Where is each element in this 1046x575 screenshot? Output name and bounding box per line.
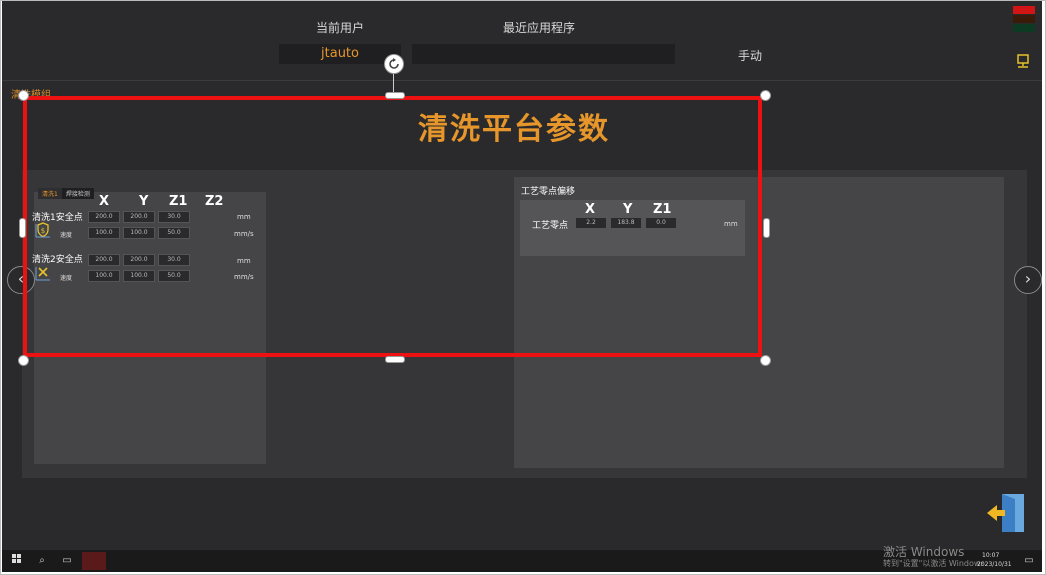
taskbar-app-icon[interactable] — [82, 552, 106, 570]
status-light-green — [1013, 24, 1035, 32]
page-title: 清洗平台参数 — [418, 112, 610, 147]
resize-handle-top-left[interactable] — [18, 90, 29, 101]
taskbar: ⌕ ▭ 激活 Windows 转到"设置"以激活 Windows。 10:07 … — [2, 545, 1042, 572]
selection-box[interactable] — [23, 96, 762, 357]
resize-handle-top-right[interactable] — [760, 90, 771, 101]
mode-indicator: 手动 — [738, 49, 763, 63]
resize-handle-top[interactable] — [385, 92, 405, 99]
clock-date: 2023/10/31 — [977, 561, 1012, 568]
status-lights — [1013, 6, 1035, 38]
network-icon[interactable] — [1016, 54, 1030, 70]
resize-handle-bottom[interactable] — [385, 356, 405, 363]
recent-app-label: 最近应用程序 — [503, 21, 576, 35]
rotate-icon[interactable] — [384, 54, 404, 74]
clock-time: 10:07 — [982, 552, 1000, 559]
exit-door-icon[interactable] — [985, 492, 1029, 534]
current-user-field[interactable]: jtauto — [279, 44, 401, 64]
resize-handle-right[interactable] — [763, 218, 770, 238]
search-icon[interactable]: ⌕ — [35, 554, 49, 568]
current-user-value: jtauto — [321, 46, 359, 61]
recent-app-field[interactable] — [412, 44, 675, 64]
activation-watermark-text: 转到"设置"以激活 Windows。 — [883, 559, 983, 568]
resize-handle-bottom-left[interactable] — [18, 355, 29, 366]
resize-handle-left[interactable] — [19, 218, 26, 238]
resize-handle-bottom-right[interactable] — [760, 355, 771, 366]
notification-icon[interactable]: ▭ — [1022, 554, 1036, 568]
current-user-label: 当前用户 — [316, 21, 365, 35]
status-light-yellow — [1013, 15, 1035, 23]
status-light-red — [1013, 6, 1035, 14]
chevron-right-icon[interactable]: › — [1014, 266, 1042, 294]
task-view-icon[interactable]: ▭ — [60, 554, 74, 568]
windows-start-icon[interactable] — [10, 554, 24, 568]
header-divider — [2, 80, 1042, 81]
